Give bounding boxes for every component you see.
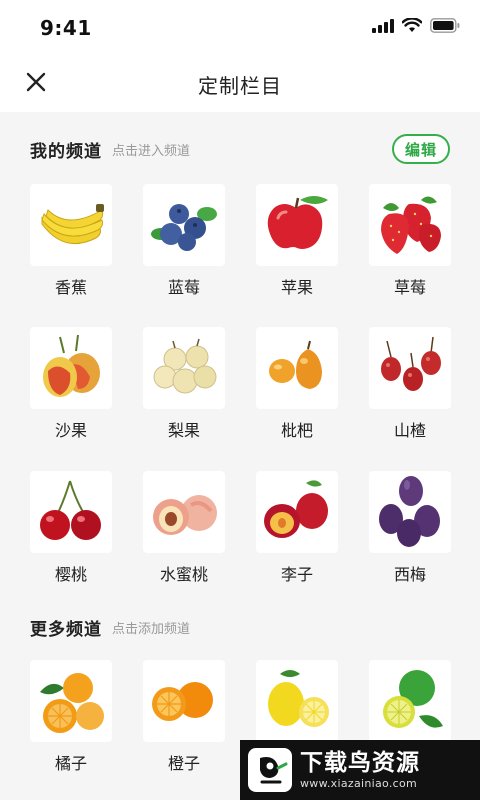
more-channels-header: 更多频道 点击添加频道: [30, 612, 450, 642]
channel-item-label: 蓝莓: [167, 278, 200, 297]
my-channels-hint: 点击进入频道: [112, 143, 191, 159]
prune-icon: [369, 471, 451, 553]
wifi-icon: [401, 17, 423, 37]
channel-item-orange[interactable]: 橙子: [143, 660, 225, 773]
my-channels-title: 我的频道: [30, 141, 102, 162]
crabapple-icon: [30, 327, 112, 409]
lime-icon: [369, 660, 451, 742]
lemon-icon: [256, 660, 338, 742]
edit-button[interactable]: 编辑: [392, 134, 450, 164]
channel-item-prune[interactable]: 西梅: [369, 471, 451, 584]
tangerine-icon: [30, 660, 112, 742]
channel-item-label: 草莓: [393, 278, 426, 297]
channel-item-peach[interactable]: 水蜜桃: [143, 471, 225, 584]
channel-item-loquat[interactable]: 枇杷: [256, 327, 338, 440]
watermark-url: www.xiazainiao.com: [300, 777, 418, 790]
channel-item-label: 沙果: [54, 421, 87, 440]
orange-icon: [143, 660, 225, 742]
more-channels-title: 更多频道: [30, 619, 102, 640]
signal-icon: [372, 18, 394, 37]
status-icons: [372, 17, 460, 37]
channel-item-label: 山楂: [393, 421, 426, 440]
page-title: 定制栏目: [198, 74, 282, 98]
my-channels-header: 我的频道 点击进入频道 编辑: [30, 134, 450, 164]
channel-item-label: 水蜜桃: [159, 565, 208, 584]
channel-item-pear[interactable]: 梨果: [143, 327, 225, 440]
watermark-name: 下载鸟资源: [300, 750, 420, 776]
channel-item-tangerine[interactable]: 橘子: [30, 660, 112, 773]
channel-item-strawberry[interactable]: 草莓: [369, 184, 451, 297]
channel-item-label: 樱桃: [54, 565, 87, 584]
channel-item-label: 李子: [280, 565, 313, 584]
channel-item-label: 西梅: [393, 565, 426, 584]
more-channels-hint: 点击添加频道: [112, 621, 191, 637]
hawthorn-icon: [369, 327, 451, 409]
channel-item-plum[interactable]: 李子: [256, 471, 338, 584]
plum-icon: [256, 471, 338, 553]
apple-icon: [256, 184, 338, 266]
cherry-icon: [30, 471, 112, 553]
channel-item-crabapple[interactable]: 沙果: [30, 327, 112, 440]
channel-item-blueberry[interactable]: 蓝莓: [143, 184, 225, 297]
channel-item-label: 香蕉: [54, 278, 87, 297]
strawberry-icon: [369, 184, 451, 266]
channel-item-label: 橘子: [54, 754, 87, 773]
watermark-logo-icon: [248, 748, 292, 792]
nav-bar: 定制栏目: [0, 56, 480, 112]
blueberry-icon: [143, 184, 225, 266]
peach-icon: [143, 471, 225, 553]
channel-item-banana[interactable]: 香蕉: [30, 184, 112, 297]
channel-item-label: 枇杷: [280, 421, 313, 440]
channel-item-label: 橙子: [167, 754, 200, 773]
status-bar: 9:41: [0, 0, 480, 56]
status-time: 9:41: [40, 16, 92, 40]
pear-icon: [143, 327, 225, 409]
channel-item-label: 梨果: [167, 421, 200, 440]
channel-item-apple[interactable]: 苹果: [256, 184, 338, 297]
banana-icon: [30, 184, 112, 266]
channel-item-label: 苹果: [280, 278, 313, 297]
loquat-icon: [256, 327, 338, 409]
watermark: 下载鸟资源 www.xiazainiao.com: [240, 740, 480, 800]
battery-icon: [430, 18, 460, 37]
channel-item-hawthorn[interactable]: 山楂: [369, 327, 451, 440]
channel-item-cherry[interactable]: 樱桃: [30, 471, 112, 584]
